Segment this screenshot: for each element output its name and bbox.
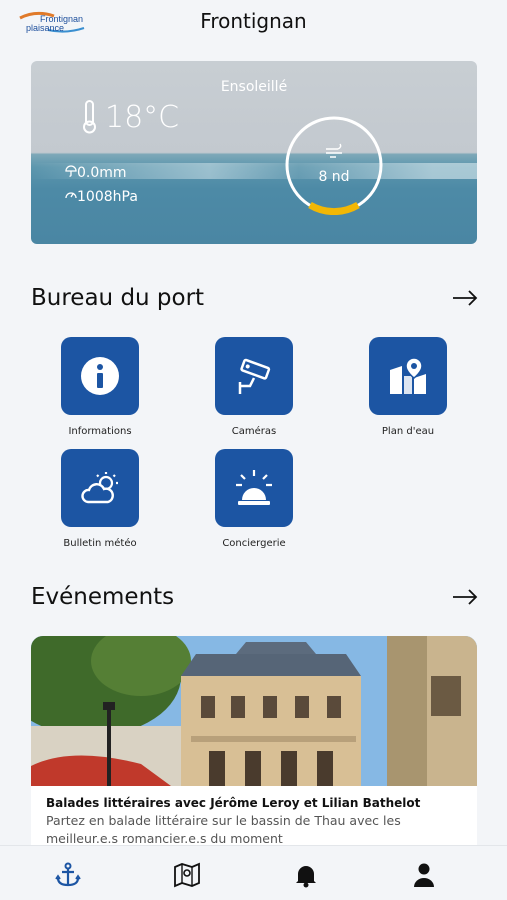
events-section-title: Evénements: [31, 584, 175, 610]
anchor-icon[interactable]: [54, 862, 82, 888]
gauge-icon: [65, 192, 77, 199]
events-arrow-icon[interactable]: [452, 589, 478, 605]
tile-informations[interactable]: [61, 337, 139, 415]
pressure-text: 1008hPa: [77, 189, 138, 205]
rain-text: 0.0mm: [77, 165, 127, 181]
pressure-value: 1008hPa: [65, 189, 138, 205]
user-icon[interactable]: [410, 862, 438, 888]
tile-bulletin-meteo-label: Bulletin météo: [63, 538, 137, 549]
rain-value: 0.0mm: [65, 165, 127, 181]
tile-bulletin-meteo[interactable]: [61, 449, 139, 527]
tile-cameras[interactable]: [215, 337, 293, 415]
tile-conciergerie[interactable]: [215, 449, 293, 527]
tile-cameras-label: Caméras: [231, 426, 277, 437]
service-bell-icon: [236, 470, 272, 505]
weather-condition: Ensoleillé: [220, 79, 288, 95]
map-pin-icon: [390, 357, 426, 394]
info-icon: [81, 357, 119, 395]
event-card[interactable]: Balades littéraires avec Jérôme Leroy et…: [31, 636, 477, 846]
app-header: Frontignan plaisance Frontignan: [0, 0, 507, 44]
tile-plan-eau[interactable]: [369, 337, 447, 415]
umbrella-icon: [65, 165, 77, 177]
page-title: Frontignan: [200, 9, 307, 33]
wind-gauge: [285, 116, 383, 215]
wind-speed: 8 nd: [318, 169, 350, 185]
temperature-value: 18°C: [105, 100, 180, 135]
harbor-section-title: Bureau du port: [31, 285, 205, 311]
cloud-sun-icon: [81, 472, 118, 504]
camera-icon: [238, 358, 271, 394]
thermometer-icon: [83, 100, 96, 134]
event-description: Partez en balade littéraire sur le bassi…: [46, 813, 401, 846]
event-photo: [31, 636, 477, 786]
harbor-arrow-icon[interactable]: [452, 290, 478, 306]
tile-conciergerie-label: Conciergerie: [222, 538, 286, 549]
map-icon[interactable]: [173, 862, 201, 888]
wind-icon: [326, 143, 342, 158]
bottom-tab-bar: [0, 845, 507, 900]
tile-informations-label: Informations: [68, 426, 132, 437]
tile-plan-eau-label: Plan d'eau: [381, 426, 435, 437]
event-title: Balades littéraires avec Jérôme Leroy et…: [46, 796, 421, 810]
bell-icon[interactable]: [292, 862, 320, 888]
weather-card[interactable]: Ensoleillé 18°C 0.0mm 1008hPa 8 nd: [31, 61, 477, 244]
town-hall-image: [31, 636, 477, 786]
